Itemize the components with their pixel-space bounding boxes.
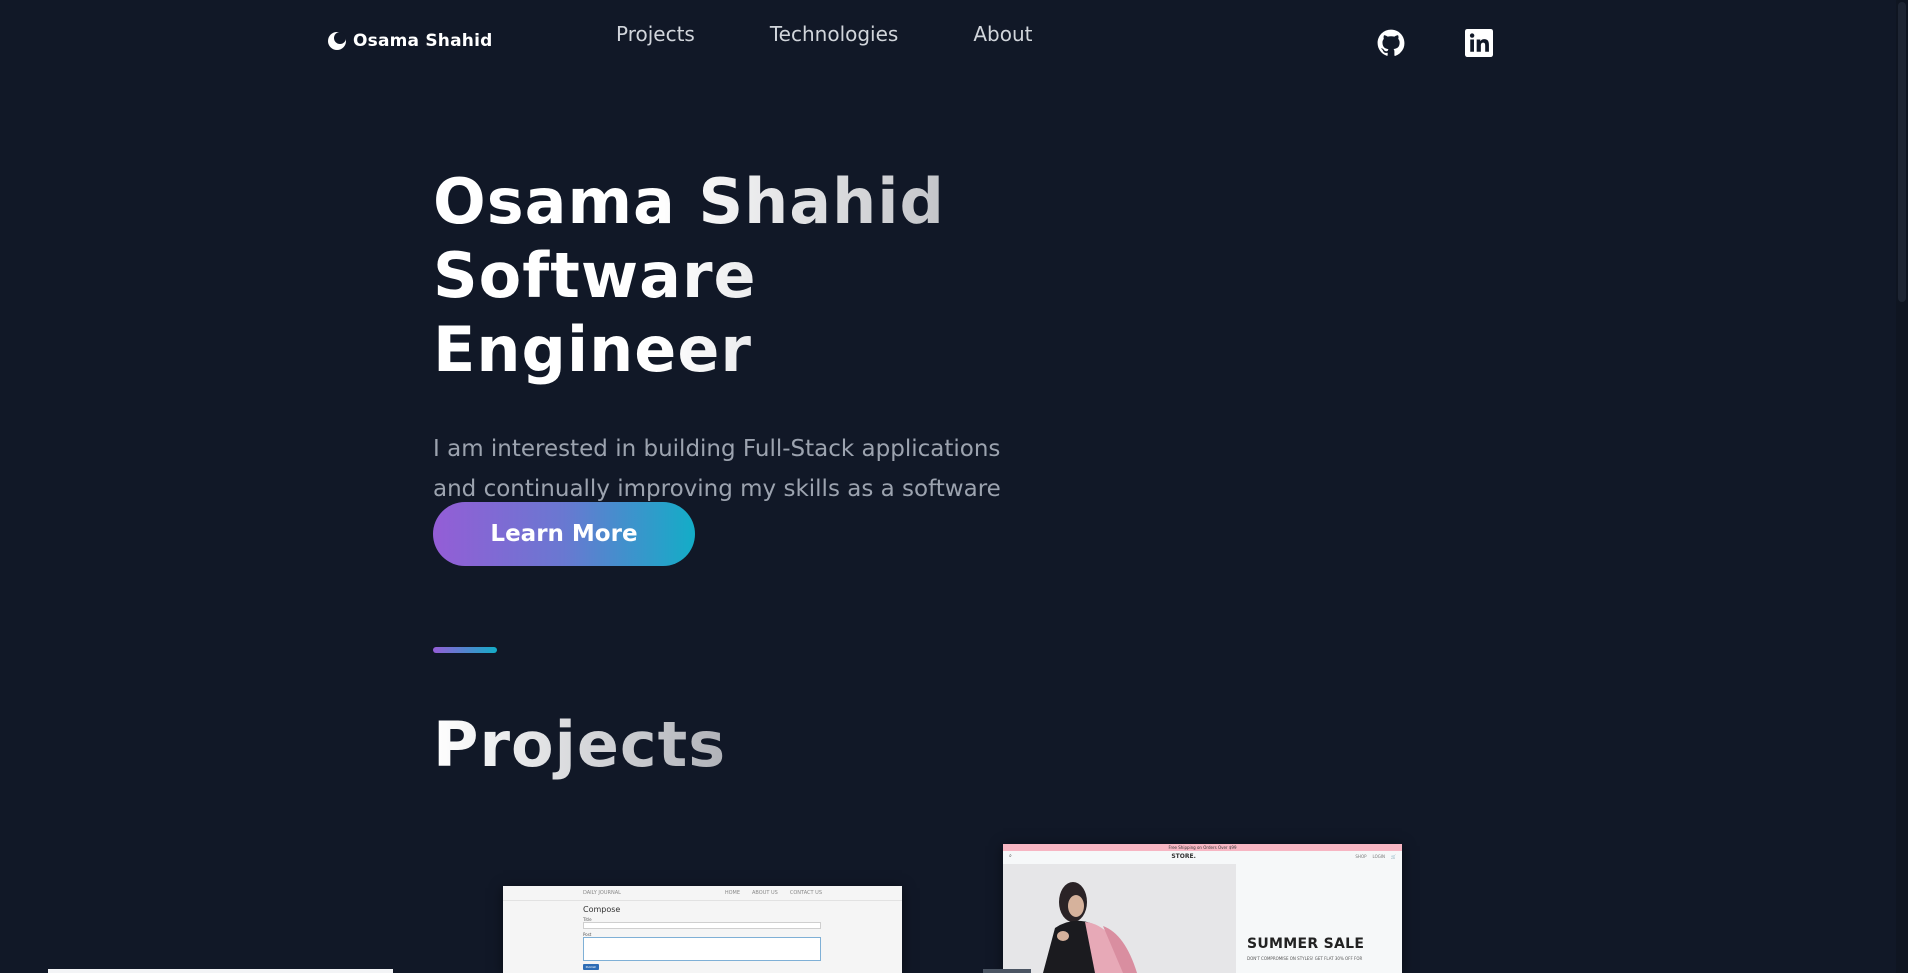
linkedin-icon[interactable] xyxy=(1465,29,1493,57)
learn-more-button[interactable]: Learn More xyxy=(433,502,695,566)
journal-nav-contact: CONTACT US xyxy=(789,890,822,896)
journal-publish-button: Publish xyxy=(583,964,599,970)
journal-nav: DAILY JOURNAL HOME ABOUT US CONTACT US xyxy=(503,886,902,901)
project-card-store[interactable]: Free Shipping on Orders Over $99 ⌕ STORE… xyxy=(1003,844,1402,973)
store-cart-icon: 🛒 xyxy=(1391,853,1396,859)
journal-body: Compose Title Post Publish xyxy=(503,901,902,970)
store-banner: Free Shipping on Orders Over $99 xyxy=(1003,844,1402,851)
journal-nav-links: HOME ABOUT US CONTACT US xyxy=(725,890,822,896)
journal-title-input xyxy=(583,922,821,929)
store-sale-heading: SUMMER SALE xyxy=(1247,936,1365,952)
store-nav: ⌕ STORE. SHOP LOGIN 🛒 xyxy=(1003,851,1402,861)
hero-title: Osama Shahid Software Engineer xyxy=(433,165,1073,387)
vertical-scroll-thumb[interactable] xyxy=(1898,2,1906,302)
vertical-scrollbar[interactable] xyxy=(1896,0,1908,973)
brand-logo[interactable]: Osama Shahid xyxy=(327,31,492,51)
journal-site-name: DAILY JOURNAL xyxy=(583,890,621,896)
brand-name: Osama Shahid xyxy=(353,31,493,51)
journal-post-textarea xyxy=(583,937,821,961)
store-nav-right: SHOP LOGIN 🛒 xyxy=(1355,854,1396,859)
store-nav-shop: SHOP xyxy=(1355,853,1367,859)
store-nav-login: LOGIN xyxy=(1372,853,1386,859)
nav-technologies[interactable]: Technologies xyxy=(770,22,898,46)
journal-compose-title: Compose xyxy=(583,905,621,914)
store-search-icon: ⌕ xyxy=(1009,853,1012,859)
horizontal-scroll-thumb-right[interactable] xyxy=(983,969,1031,973)
store-logo: STORE. xyxy=(1171,852,1196,860)
journal-nav-home: HOME xyxy=(724,890,741,896)
hero-section: Osama Shahid Software Engineer I am inte… xyxy=(433,165,1073,549)
main-nav: Projects Technologies About xyxy=(616,22,1032,46)
store-hero-text: SUMMER SALE DON'T COMPROMISE ON STYLES! … xyxy=(1247,936,1364,961)
site-header: Osama Shahid Projects Technologies About xyxy=(0,0,1908,90)
model-illustration xyxy=(1003,864,1236,973)
journal-nav-about: ABOUT US xyxy=(752,890,778,896)
logo-icon xyxy=(328,32,346,50)
project-card-journal[interactable]: DAILY JOURNAL HOME ABOUT US CONTACT US C… xyxy=(503,886,902,973)
hero-title-role: Software Engineer xyxy=(433,239,757,386)
github-icon[interactable] xyxy=(1377,29,1405,57)
projects-heading: Projects xyxy=(433,705,726,785)
nav-projects[interactable]: Projects xyxy=(616,22,695,46)
horizontal-scroll-thumb-left[interactable] xyxy=(48,969,393,973)
store-hero: SUMMER SALE DON'T COMPROMISE ON STYLES! … xyxy=(1003,864,1402,973)
store-sale-subtext: DON'T COMPROMISE ON STYLES! GET FLAT 30%… xyxy=(1247,956,1363,961)
section-divider xyxy=(433,647,497,653)
hero-title-name: Osama Shahid xyxy=(433,165,945,238)
store-hero-image xyxy=(1003,864,1236,973)
nav-about[interactable]: About xyxy=(973,22,1032,46)
